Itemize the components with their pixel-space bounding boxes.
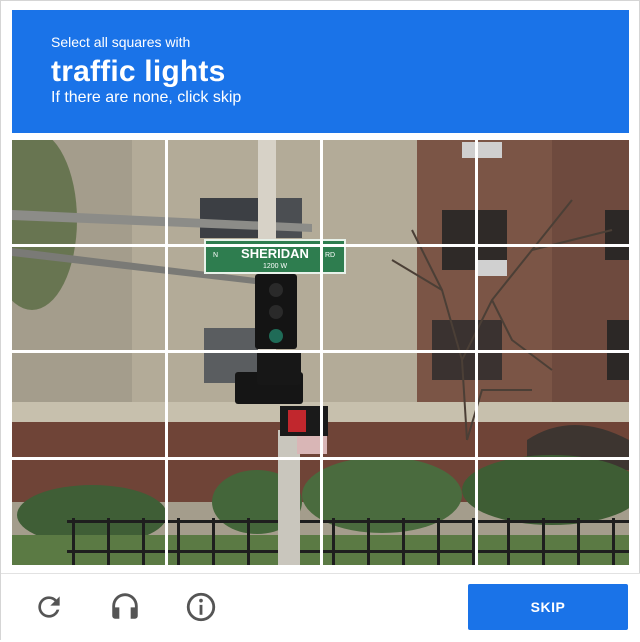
skip-button[interactable]: SKIP (468, 584, 628, 630)
grid-tile-r2-c2[interactable] (167, 246, 320, 350)
grid-tile-r3-c2[interactable] (167, 352, 320, 457)
grid-tile-r3-c1[interactable] (12, 352, 165, 457)
info-icon[interactable] (181, 587, 221, 627)
reload-icon[interactable] (29, 587, 69, 627)
grid-tile-r3-c4[interactable] (477, 352, 629, 457)
grid-tile-r1-c2[interactable] (167, 140, 320, 244)
grid-tile-r2-c4[interactable] (477, 246, 629, 350)
grid-tile-r1-c3[interactable] (322, 140, 475, 244)
grid-tile-r4-c4[interactable] (477, 459, 629, 565)
captcha-frame: Select all squares with traffic lights I… (0, 0, 640, 642)
grid-tile-r4-c3[interactable] (322, 459, 475, 565)
grid-tile-r3-c3[interactable] (322, 352, 475, 457)
grid-tile-r2-c1[interactable] (12, 246, 165, 350)
instruction-subtext: If there are none, click skip (51, 89, 242, 106)
headphones-icon[interactable] (105, 586, 145, 626)
challenge-header: Select all squares with traffic lights I… (12, 10, 629, 133)
instruction-text: Select all squares with (51, 34, 191, 50)
info-icon-glyph (186, 592, 216, 622)
grid-tile-r1-c1[interactable] (12, 140, 165, 244)
headphones-icon-glyph (112, 593, 138, 619)
grid-tile-r2-c3[interactable] (322, 246, 475, 350)
grid-tile-r4-c1[interactable] (12, 459, 165, 565)
target-object-label: traffic lights (51, 55, 226, 88)
reload-icon-glyph (38, 596, 60, 618)
grid-tile-r1-c4[interactable] (477, 140, 629, 244)
image-grid: SHERIDAN N RD 1200 W (12, 140, 629, 565)
grid-tile-r4-c2[interactable] (167, 459, 320, 565)
